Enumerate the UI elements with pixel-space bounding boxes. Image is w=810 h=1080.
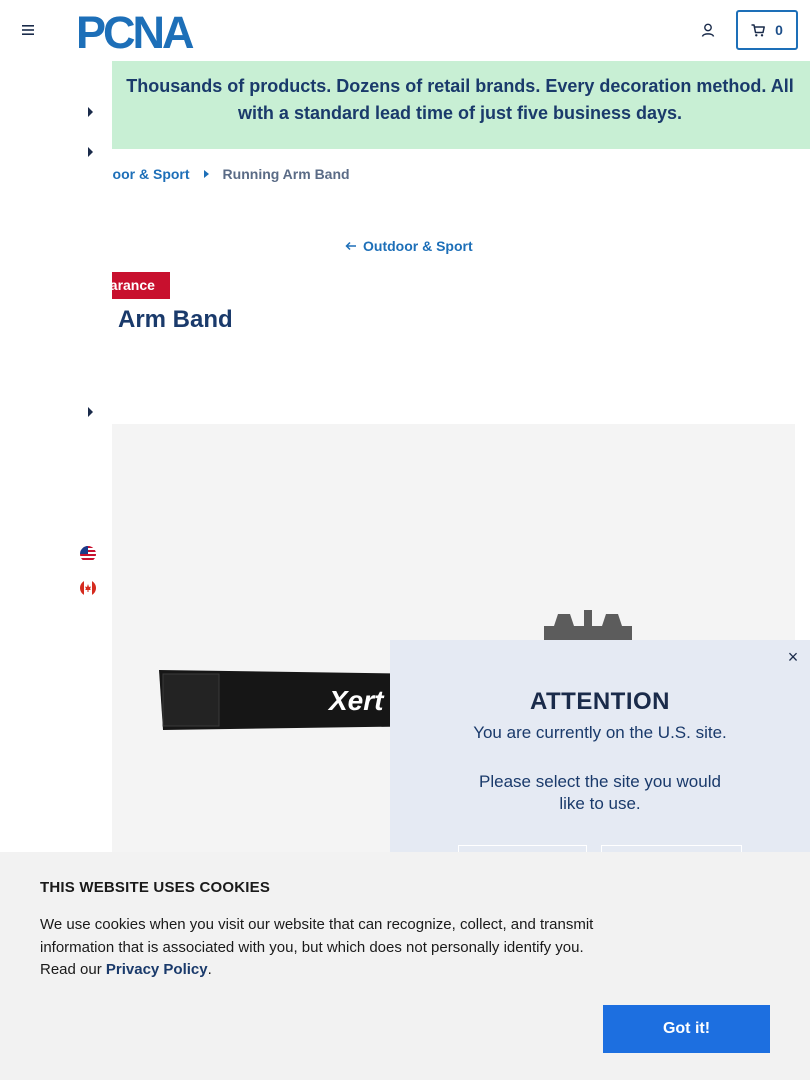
cart-button[interactable]: 0 <box>736 10 798 50</box>
side-navigation-panel <box>0 61 112 852</box>
cookie-message: We use cookies when you visit our websit… <box>40 914 600 982</box>
menu-button[interactable] <box>16 18 40 42</box>
modal-instruction-line2: like to use. <box>559 794 641 813</box>
promo-text-line2: with a standard lead time of just five b… <box>237 103 683 123</box>
site-header: PCNA 0 <box>0 0 810 60</box>
cart-count: 0 <box>775 22 783 38</box>
breadcrumb-separator-icon <box>203 170 209 178</box>
privacy-policy-link[interactable]: Privacy Policy <box>106 961 208 978</box>
user-icon <box>701 23 715 37</box>
breadcrumb-category-link[interactable]: door & Sport <box>104 166 190 182</box>
pcna-logo[interactable]: PCNA <box>76 10 224 52</box>
cookie-title: THIS WEBSITE USES COOKIES <box>40 879 271 896</box>
back-to-category-link[interactable]: Outdoor & Sport <box>345 238 473 254</box>
arrow-left-icon <box>345 241 356 251</box>
breadcrumb-current: Running Arm Band <box>222 166 350 182</box>
back-link-label: Outdoor & Sport <box>363 238 473 254</box>
cart-icon <box>751 23 766 36</box>
site-selection-modal <box>390 640 810 852</box>
cookie-message-end: . <box>207 961 212 978</box>
arm-band-brand: Xert <box>327 685 385 716</box>
buckle-image <box>544 610 632 644</box>
promo-text-line1: Thousands of products. Dozens of retail … <box>126 76 794 96</box>
modal-title: ATTENTION <box>529 688 671 715</box>
account-button[interactable] <box>696 18 720 42</box>
caret-right-icon[interactable] <box>88 147 93 157</box>
canada-flag-icon[interactable] <box>80 580 96 596</box>
us-flag-icon[interactable] <box>80 546 96 562</box>
promo-text: Thousands of products. Dozens of retail … <box>110 73 810 127</box>
accept-cookies-button[interactable]: Got it! <box>603 1005 770 1053</box>
modal-current-site-text: You are currently on the U.S. site. <box>473 723 727 742</box>
logo-text: PCNA <box>76 10 194 52</box>
hamburger-icon <box>22 25 34 35</box>
breadcrumb: door & Sport Running Arm Band <box>104 166 350 182</box>
modal-instruction-line1: Please select the site you would <box>479 772 721 791</box>
product-title: Arm Band <box>118 306 233 333</box>
modal-close-button[interactable]: × <box>784 648 802 666</box>
caret-right-icon[interactable] <box>88 407 93 417</box>
promo-banner: Thousands of products. Dozens of retail … <box>0 61 810 149</box>
caret-right-icon[interactable] <box>88 107 93 117</box>
